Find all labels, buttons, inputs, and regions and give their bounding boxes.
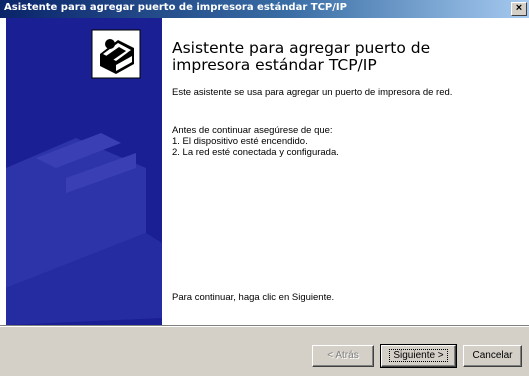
- checklist-intro: Antes de continuar asegúrese de que:: [172, 125, 333, 136]
- checklist-item: 2. La red esté conectada y configurada.: [172, 147, 339, 158]
- button-separator: [0, 325, 529, 327]
- banner-printer-graphic: [6, 29, 162, 325]
- title-bar[interactable]: Asistente para agregar puerto de impreso…: [0, 0, 529, 18]
- wizard-heading: Asistente para agregar puerto de impreso…: [172, 39, 431, 74]
- cancel-button[interactable]: Cancelar: [463, 345, 522, 367]
- printer-icon: [91, 29, 141, 79]
- checklist-item: 1. El dispositivo esté encendido.: [172, 136, 308, 147]
- close-button[interactable]: ×: [511, 2, 527, 16]
- wizard-checklist: Antes de continuar asegúrese de que: 1. …: [172, 125, 512, 158]
- wizard-intro: Este asistente se usa para agregar un pu…: [172, 87, 453, 98]
- continue-instruction: Para continuar, haga clic en Siguiente.: [172, 292, 335, 303]
- wizard-window: Asistente para agregar puerto de impreso…: [0, 0, 529, 376]
- next-button-label: Siguiente >: [389, 349, 448, 362]
- wizard-banner: [6, 18, 162, 325]
- window-title: Asistente para agregar puerto de impreso…: [4, 2, 347, 13]
- next-button[interactable]: Siguiente >: [380, 344, 457, 368]
- back-button[interactable]: < Atrás: [312, 345, 374, 367]
